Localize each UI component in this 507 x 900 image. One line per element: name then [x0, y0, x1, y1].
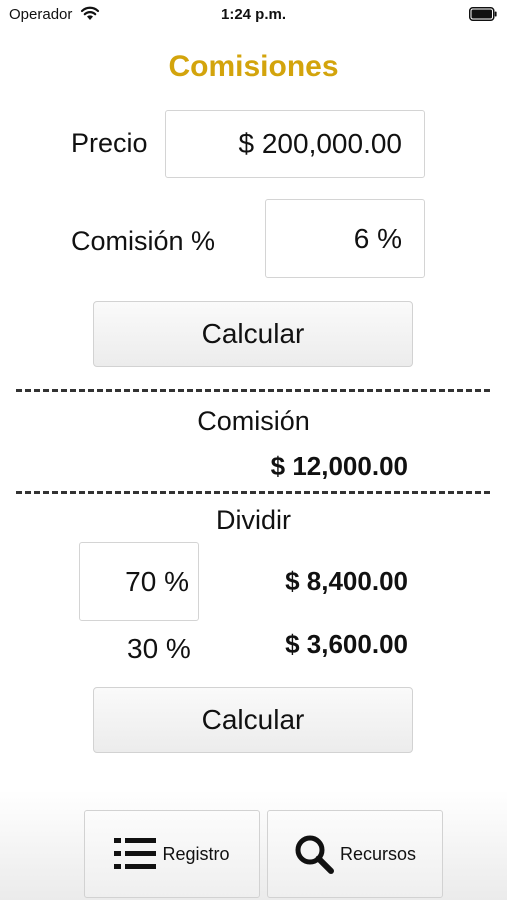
comision-pct-label: Comisión %	[71, 226, 216, 256]
comision-pct-value: 6 %	[353, 222, 402, 254]
split-pct-field[interactable]: 70 %	[79, 542, 199, 621]
comision-result-amount: $ 12,000.00	[270, 451, 408, 481]
divider-top	[16, 389, 490, 392]
clock: 1:24 p.m.	[220, 6, 287, 23]
dividir-label: Dividir	[215, 505, 291, 535]
tab-bar: Registro Recursos	[0, 790, 507, 900]
battery-icon	[469, 7, 497, 21]
search-icon	[295, 835, 334, 874]
split-1-pct: 70 %	[125, 565, 189, 597]
calcular-split-button-label: Calcular	[201, 704, 305, 735]
page-title: Comisiones	[168, 50, 339, 83]
status-bar: Operador 1:24 p.m.	[0, 0, 507, 28]
precio-label: Precio	[71, 128, 148, 158]
precio-field[interactable]: $ 200,000.00	[165, 110, 425, 178]
split-1-amount: $ 8,400.00	[285, 566, 408, 596]
tab-registro[interactable]: Registro	[84, 810, 260, 898]
list-icon	[114, 838, 157, 869]
tab-registro-label: Registro	[162, 843, 230, 864]
divider-bottom	[16, 491, 490, 494]
precio-value: $ 200,000.00	[238, 128, 403, 159]
tab-recursos[interactable]: Recursos	[267, 810, 443, 898]
calcular-button-label: Calcular	[201, 318, 305, 349]
calcular-split-button[interactable]: Calcular	[93, 687, 413, 753]
comision-result-label: Comisión	[197, 406, 310, 436]
tab-recursos-label: Recursos	[339, 843, 417, 864]
calcular-button[interactable]: Calcular	[93, 301, 413, 367]
comision-pct-field[interactable]: 6 %	[265, 199, 425, 278]
split-2-amount: $ 3,600.00	[285, 629, 408, 659]
split-2-pct: 30 %	[127, 633, 191, 664]
